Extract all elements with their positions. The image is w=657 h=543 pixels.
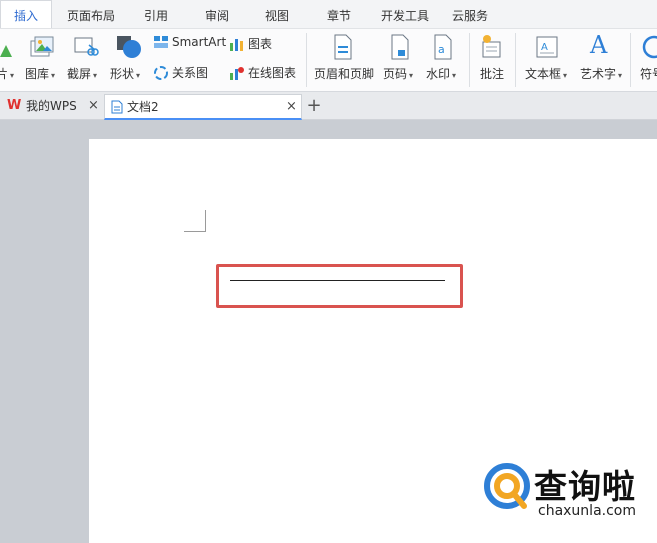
menu-tab-view[interactable]: 视图 [260, 0, 294, 28]
relation-chart-icon [154, 65, 168, 80]
header-footer-icon [334, 34, 352, 60]
menu-tab-references[interactable]: 引用 [139, 0, 173, 28]
online-chart-button[interactable]: 在线图表 [229, 64, 296, 81]
shapes-label[interactable]: 形状 ▾ [110, 65, 140, 82]
textbox-button[interactable]: A [535, 34, 559, 60]
symbol-icon [642, 35, 657, 59]
highlight-box [216, 264, 463, 308]
tab-label: 文档2 [127, 100, 159, 114]
screenshot-button[interactable] [73, 35, 99, 59]
picture-icon [0, 45, 12, 57]
menu-tab-cloud-service[interactable]: 云服务 [446, 0, 494, 28]
watermark-label[interactable]: 水印 ▾ [426, 65, 456, 82]
ribbon-separator [515, 33, 516, 87]
comment-label[interactable]: 批注 [480, 65, 504, 82]
menu-tab-developer-tools[interactable]: 开发工具 [375, 0, 435, 28]
svg-text:A: A [541, 42, 548, 53]
comment-icon [482, 35, 501, 58]
page-margin-marker [184, 210, 206, 232]
ribbon-toolbar: 片 ▾ 图库 ▾ 截屏 ▾ 形状 ▾ SmartArt 图表 关系图 在线图表 … [0, 28, 657, 92]
menu-bar: 插入 页面布局 引用 审阅 视图 章节 开发工具 云服务 [0, 0, 657, 28]
picture-label[interactable]: 片 ▾ [0, 65, 14, 82]
picture-button[interactable] [0, 35, 14, 59]
textbox-label[interactable]: 文本框 ▾ [525, 65, 567, 82]
watermark-button[interactable]: a [432, 34, 454, 60]
screenshot-icon [74, 37, 99, 56]
menu-tab-review[interactable]: 审阅 [200, 0, 234, 28]
shapes-button[interactable] [115, 34, 143, 60]
header-footer-button[interactable] [332, 34, 354, 60]
smartart-icon [154, 36, 168, 48]
symbol-button[interactable] [640, 35, 657, 59]
symbol-label[interactable]: 符号 [640, 65, 657, 82]
watermark-icon: a [434, 34, 452, 60]
chart-icon [230, 38, 243, 51]
online-chart-icon [230, 66, 244, 80]
screenshot-label[interactable]: 截屏 ▾ [67, 65, 97, 82]
menu-tab-insert[interactable]: 插入 [0, 0, 52, 28]
page-number-label[interactable]: 页码 ▾ [383, 65, 413, 82]
watermark-title: 查询啦 [534, 467, 636, 506]
ribbon-separator [306, 33, 307, 87]
tab-label: 我的WPS [26, 99, 77, 113]
watermark-url: chaxunla.com [538, 503, 636, 519]
menu-tab-chapter[interactable]: 章节 [322, 0, 356, 28]
ribbon-separator [630, 33, 631, 87]
close-icon[interactable]: × [286, 95, 297, 119]
document-tab-strip: W 我的WPS × 文档2 × + [0, 92, 657, 120]
textbox-icon: A [536, 36, 558, 58]
header-footer-label[interactable]: 页眉和页脚 [314, 65, 374, 82]
page-number-button[interactable] [389, 34, 411, 60]
gallery-label[interactable]: 图库 ▾ [25, 65, 55, 82]
horizontal-line[interactable] [230, 280, 445, 281]
page-number-icon [391, 34, 409, 60]
comment-button[interactable] [480, 34, 504, 60]
relation-chart-button[interactable]: 关系图 [153, 64, 208, 81]
tab-my-wps[interactable]: W 我的WPS × [4, 94, 104, 120]
site-watermark: 查询啦 chaxunla.com [482, 460, 652, 522]
svg-text:a: a [438, 43, 445, 56]
chart-button[interactable]: 图表 [229, 35, 272, 52]
tab-document2[interactable]: 文档2 × [104, 94, 302, 120]
gallery-icon [30, 36, 54, 57]
wordart-label[interactable]: 艺术字 ▾ [580, 65, 622, 82]
wps-logo-icon: W [7, 98, 22, 113]
shapes-icon [117, 36, 141, 58]
gallery-button[interactable] [29, 35, 55, 59]
document-icon [111, 100, 123, 114]
ribbon-separator [469, 33, 470, 87]
plus-icon[interactable]: + [305, 94, 323, 120]
menu-tab-page-layout[interactable]: 页面布局 [61, 0, 121, 28]
smartart-button[interactable]: SmartArt [153, 35, 226, 49]
magnifier-logo-icon [484, 463, 530, 509]
wordart-icon[interactable]: A [590, 31, 607, 59]
close-icon[interactable]: × [88, 94, 99, 118]
